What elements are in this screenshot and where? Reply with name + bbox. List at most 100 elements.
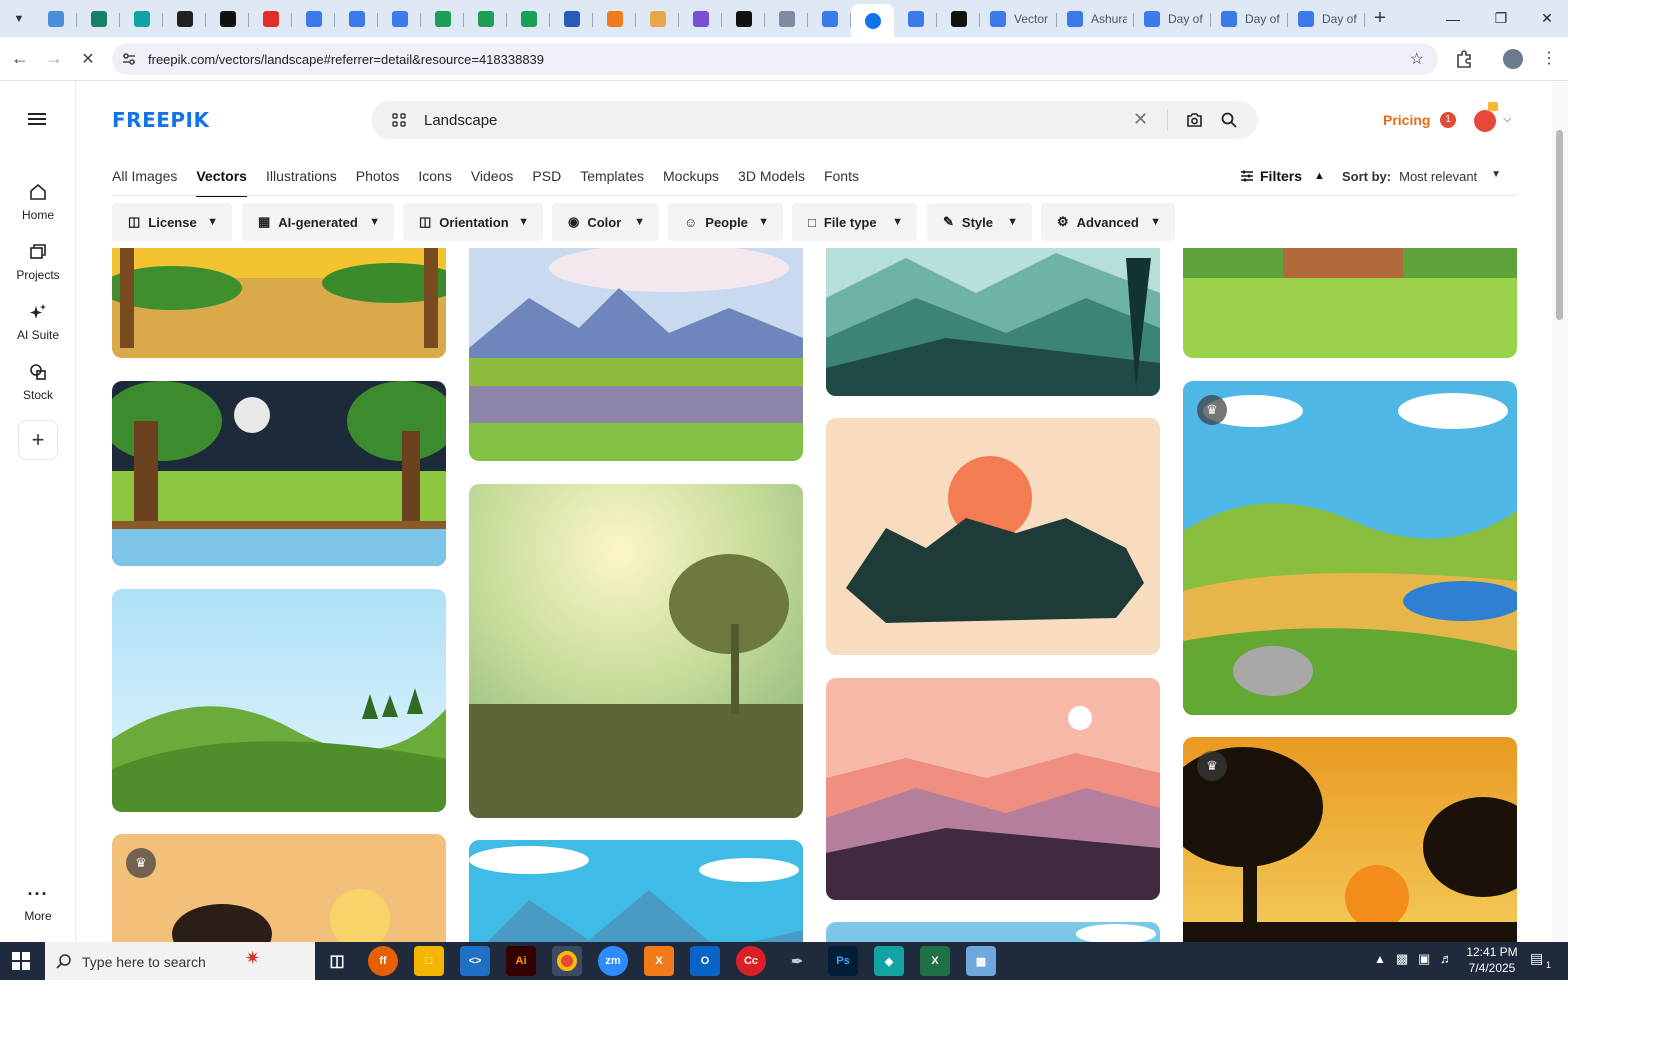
browser-tab[interactable] [722,4,765,34]
filter-file-type[interactable]: □ File type ▼ [792,203,917,241]
sidebar-item-stock[interactable]: Stock [0,362,76,402]
browser-tab[interactable] [937,4,980,34]
outlook-icon[interactable]: O [690,946,720,976]
result-image[interactable] [826,922,1160,942]
result-image[interactable]: ♛ [112,834,446,942]
tab-icons[interactable]: Icons [418,160,451,196]
result-image[interactable] [112,248,446,358]
user-avatar[interactable] [1474,110,1496,132]
minimize-icon[interactable]: — [1430,0,1476,37]
creative-cloud-icon[interactable]: Cc [736,946,766,976]
browser-tab-titled[interactable]: Ashura [1057,4,1134,34]
sidebar-item-more[interactable]: ··· More [0,884,76,923]
photoshop-icon[interactable]: Ps [828,946,858,976]
browser-tab[interactable] [894,4,937,34]
search-type-icon[interactable] [392,113,406,127]
filter-license[interactable]: ◫ License ▼ [112,203,232,241]
browser-menu-icon[interactable]: ⋮ [1541,48,1557,68]
browser-tab[interactable] [679,4,722,34]
result-image[interactable] [112,381,446,566]
restore-icon[interactable]: ❐ [1478,0,1524,37]
browser-tab[interactable] [636,4,679,34]
search-bar[interactable]: Landscape ✕ [371,101,1258,139]
address-bar[interactable]: freepik.com/vectors/landscape#referrer=d… [112,43,1438,75]
result-image[interactable] [469,248,803,461]
firefox-icon[interactable]: ff [368,946,398,976]
tab-illustrations[interactable]: Illustrations [266,160,337,196]
tab-all-images[interactable]: All Images [112,160,177,196]
search-icon[interactable] [1221,112,1237,128]
browser-tab[interactable] [507,4,550,34]
browser-tab[interactable] [292,4,335,34]
tab-templates[interactable]: Templates [580,160,644,196]
tab-3d-models[interactable]: 3D Models [738,160,805,196]
tray-chevron-up-icon[interactable]: ▲ [1374,952,1386,966]
account-chevron-down-icon[interactable]: ⌵ [1503,113,1511,126]
browser-tab[interactable] [765,4,808,34]
result-image[interactable]: ♛ [1183,381,1517,715]
filter-color[interactable]: ◉ Color ▼ [552,203,659,241]
xampp-icon[interactable]: X [644,946,674,976]
chrome-icon[interactable] [552,946,582,976]
result-image[interactable]: ♛ [1183,737,1517,942]
forward-arrow-icon[interactable]: → [37,42,71,76]
result-image[interactable] [826,678,1160,900]
app-diamond-icon[interactable]: ◆ [874,946,904,976]
filter-people[interactable]: ☺ People ▼ [668,203,783,241]
new-tab-button[interactable]: + [1365,4,1395,34]
browser-tab[interactable] [77,4,120,34]
page-scrollbar[interactable] [1552,82,1568,942]
tab-search-chevron-icon[interactable]: ▼ [4,4,34,34]
notification-badge[interactable]: 1 [1440,112,1456,128]
vscode-icon[interactable]: <> [460,946,490,976]
pricing-link[interactable]: Pricing [1383,112,1430,128]
browser-tab-titled[interactable]: Day of [1211,4,1288,34]
filters-toggle[interactable]: Filters ▲ [1240,168,1325,184]
result-image[interactable] [1183,248,1517,358]
hamburger-menu-icon[interactable] [28,111,48,127]
illustrator-icon[interactable]: Ai [506,946,536,976]
freepik-logo[interactable]: FREEPIK [112,108,209,132]
excel-icon[interactable]: X [920,946,950,976]
tab-photos[interactable]: Photos [356,160,400,196]
browser-tab[interactable] [120,4,163,34]
file-explorer-icon[interactable]: □ [414,946,444,976]
sidebar-item-projects[interactable]: Projects [0,242,76,282]
browser-tab[interactable] [378,4,421,34]
tab-psd[interactable]: PSD [532,160,561,196]
browser-tab-titled[interactable]: Day of [1134,4,1211,34]
add-icon[interactable]: + [18,420,58,460]
result-image[interactable] [469,840,803,942]
browser-tab[interactable] [550,4,593,34]
search-input[interactable]: Landscape [424,112,497,129]
tray-monitor-icon[interactable]: ▩ [1396,951,1408,967]
taskbar-search[interactable]: Type here to search ✷ [45,942,315,980]
browser-tab[interactable] [464,4,507,34]
filter-ai-generated[interactable]: ▦ AI-generated ▼ [242,203,394,241]
tab-mockups[interactable]: Mockups [663,160,719,196]
taskbar-clock[interactable]: 12:41 PM 7/4/2025 [1462,944,1522,976]
zoom-icon[interactable]: zm [598,946,628,976]
task-view-icon[interactable]: ◫ [322,946,352,976]
browser-tab[interactable] [249,4,292,34]
profile-avatar[interactable] [1503,49,1523,69]
windows-start-icon[interactable] [12,952,30,970]
stop-loading-icon[interactable]: ✕ [71,42,105,76]
sort-dropdown[interactable]: Sort by: Most relevant ▼ [1342,169,1501,184]
volume-icon[interactable]: ♬ [1440,951,1453,966]
browser-tab[interactable] [163,4,206,34]
browser-tab-titled[interactable]: Day of [1288,4,1365,34]
back-arrow-icon[interactable]: ← [3,42,37,76]
filter-style[interactable]: ✎ Style ▼ [927,203,1032,241]
browser-tab[interactable] [34,4,77,34]
bookmark-star-icon[interactable]: ☆ [1410,49,1424,69]
clear-search-icon[interactable]: ✕ [1133,109,1148,130]
browser-tab[interactable] [421,4,464,34]
tab-vectors[interactable]: Vectors [196,160,247,197]
site-settings-icon[interactable] [122,52,136,66]
scrollbar-thumb[interactable] [1556,130,1563,320]
result-image[interactable] [112,589,446,812]
pen-tool-icon[interactable]: ✒ [782,946,812,976]
tab-fonts[interactable]: Fonts [824,160,859,196]
filter-orientation[interactable]: ◫ Orientation ▼ [403,203,543,241]
